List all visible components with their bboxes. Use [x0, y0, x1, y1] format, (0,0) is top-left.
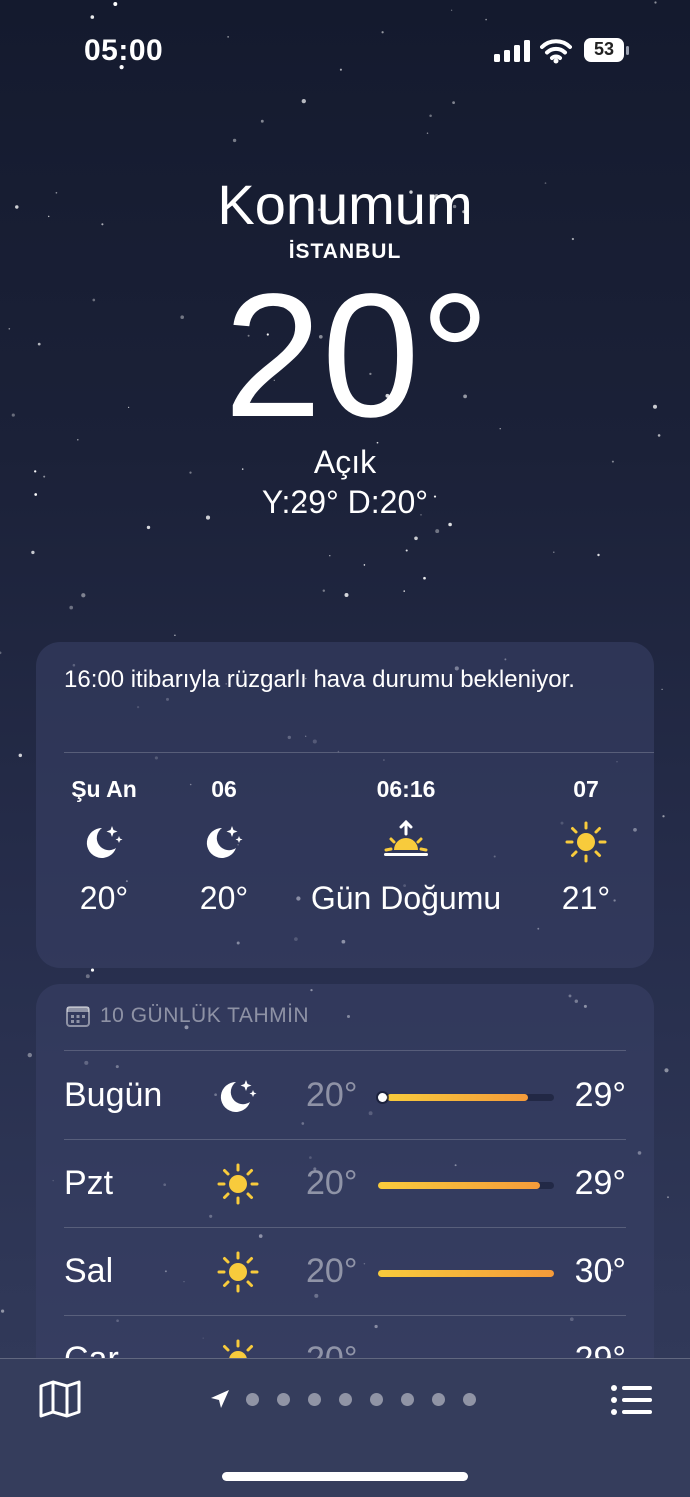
star — [667, 1196, 669, 1199]
star — [553, 551, 555, 553]
star — [452, 101, 455, 104]
moon-stars-icon — [206, 826, 243, 858]
star — [0, 651, 2, 655]
forecast-high: 29° — [574, 1164, 626, 1202]
temperature-range-bar — [378, 1182, 554, 1189]
forecast-low: 20° — [306, 1164, 358, 1202]
forecast-day: Bugün — [64, 1076, 163, 1114]
list-icon[interactable] — [610, 1383, 652, 1417]
forecast-row[interactable]: Bugün 20° 29° — [36, 1052, 654, 1140]
page-dot[interactable] — [401, 1392, 414, 1406]
forecast-header: 10 GÜNLÜK TAHMİN — [66, 1004, 309, 1028]
sun-icon — [565, 821, 607, 863]
forecast-day: Pzt — [64, 1164, 114, 1202]
high-low: Y:29° D:20° — [261, 484, 429, 520]
home-indicator — [222, 1472, 468, 1481]
star — [81, 593, 86, 598]
forecast-low: 20° — [306, 1076, 358, 1114]
hourly-item: 07 21° — [538, 772, 634, 917]
forecast-low: 20° — [306, 1252, 358, 1290]
page-dot[interactable] — [339, 1392, 352, 1406]
star — [0, 1309, 5, 1313]
temperature-range-bar — [378, 1270, 554, 1277]
star — [423, 576, 426, 580]
star — [27, 1052, 32, 1058]
forecast-row[interactable]: Sal 20° 30° — [36, 1228, 654, 1316]
moon-stars-icon — [86, 826, 123, 858]
sunrise-icon — [384, 820, 428, 856]
star — [85, 974, 90, 979]
current-temperature-dot — [377, 1093, 387, 1102]
current-condition: Açık — [313, 444, 377, 480]
calendar-icon — [66, 1006, 90, 1027]
star — [664, 1068, 669, 1073]
star — [260, 119, 264, 123]
divider — [64, 1050, 626, 1051]
forecast-header-label: 10 GÜNLÜK TAHMİN — [100, 1004, 310, 1027]
star — [597, 553, 600, 557]
battery-level: 53 — [593, 39, 615, 59]
location-arrow-icon — [211, 1390, 229, 1408]
star — [429, 114, 432, 117]
forecast-row[interactable]: Pzt 20° 29° — [36, 1140, 654, 1228]
star — [363, 564, 366, 566]
hourly-value: Gün Doğumu — [310, 880, 502, 916]
hourly-value: 21° — [561, 880, 611, 916]
star — [146, 525, 151, 530]
status-bar: 05:00 53 — [0, 0, 690, 100]
star — [322, 589, 326, 592]
page-dot[interactable] — [370, 1392, 383, 1406]
sun-icon — [217, 1251, 259, 1293]
hourly-label: Şu An — [71, 776, 137, 802]
star — [174, 634, 176, 637]
hourly-item: Şu An 20° — [56, 772, 152, 917]
location-title: Konumum — [217, 173, 473, 236]
hourly-value: 20° — [199, 880, 249, 916]
forecast-day: Sal — [64, 1252, 114, 1290]
ten-day-forecast-card[interactable]: 10 GÜNLÜK TAHMİN Bugün 20° 29° Pzt 20° 2… — [36, 984, 654, 1404]
current-temperature: 20° — [223, 258, 491, 454]
wifi-icon — [540, 39, 572, 64]
signal-icon — [494, 40, 530, 62]
divider — [64, 752, 654, 753]
map-icon[interactable] — [38, 1379, 82, 1419]
hourly-value: 20° — [79, 880, 129, 916]
battery-icon: 53 — [584, 38, 630, 64]
page-dot[interactable] — [463, 1392, 476, 1406]
status-time: 05:00 — [84, 34, 164, 67]
hourly-label: 07 — [573, 776, 599, 802]
star — [329, 555, 331, 557]
star — [426, 132, 429, 134]
forecast-high: 29° — [574, 1076, 626, 1114]
weather-summary: 16:00 itibarıyla rüzgarlı hava durumu be… — [64, 666, 575, 693]
page-dot[interactable] — [246, 1392, 259, 1406]
sun-icon — [217, 1163, 259, 1205]
hourly-forecast-card[interactable]: 16:00 itibarıyla rüzgarlı hava durumu be… — [36, 642, 654, 968]
star — [435, 529, 440, 534]
hourly-label: 06:16 — [376, 776, 436, 802]
star — [662, 815, 665, 818]
page-indicator[interactable] — [208, 1387, 494, 1411]
temperature-range-bar — [377, 1093, 554, 1102]
hourly-item: 06:16 Gün Doğumu — [286, 772, 526, 917]
hourly-label: 06 — [211, 776, 237, 802]
star — [18, 753, 23, 758]
moon-stars-icon — [220, 1080, 257, 1112]
page-dot[interactable] — [308, 1392, 321, 1406]
star — [90, 968, 95, 972]
page-dot[interactable] — [277, 1392, 290, 1406]
star — [403, 590, 405, 592]
star — [232, 138, 237, 143]
star — [414, 536, 418, 541]
star — [31, 550, 35, 555]
page-dot[interactable] — [432, 1392, 445, 1406]
star — [448, 522, 452, 527]
star — [405, 549, 408, 552]
forecast-high: 30° — [574, 1252, 626, 1290]
star — [344, 592, 349, 598]
hourly-item: 06 20° — [176, 772, 272, 917]
star — [69, 605, 74, 610]
star — [661, 688, 663, 691]
